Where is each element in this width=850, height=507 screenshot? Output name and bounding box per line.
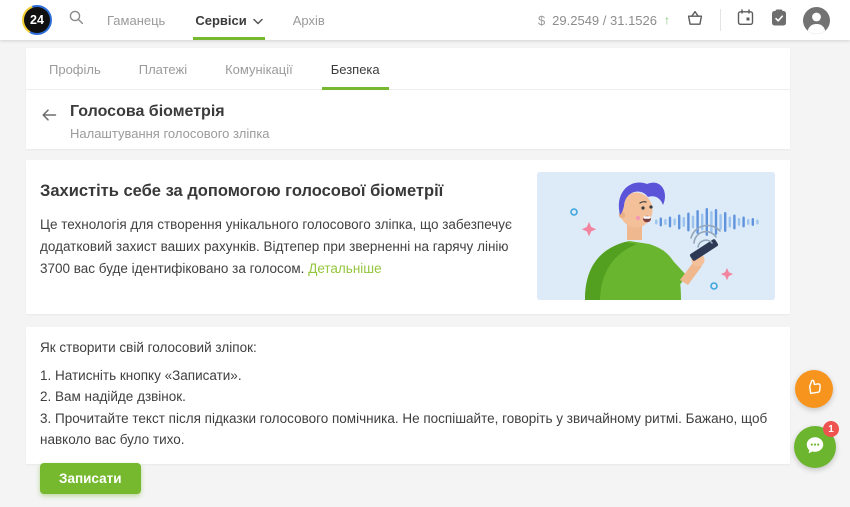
logo-label: 24	[24, 7, 50, 33]
tab-label: Комунікації	[225, 62, 293, 77]
nav-label: Сервіси	[195, 13, 246, 28]
currency-rates[interactable]: $ 29.2549 / 31.1526 ↑	[538, 13, 670, 28]
calendar-icon	[736, 8, 755, 32]
promo-title: Захистіть себе за допомогою голосової бі…	[40, 182, 526, 201]
top-bar: 24 Гаманець Сервіси Архів $ 29.	[0, 0, 850, 40]
nav-label: Гаманець	[107, 13, 165, 28]
basket-icon	[685, 8, 705, 33]
nav-item-wallet[interactable]: Гаманець	[105, 0, 167, 40]
page-subtitle: Налаштування голосового зліпка	[70, 126, 270, 141]
tab-communications[interactable]: Комунікації	[216, 48, 302, 90]
nav-label: Архів	[293, 13, 325, 28]
tab-label: Платежі	[139, 62, 187, 77]
promo-card: Захистіть себе за допомогою голосової бі…	[26, 160, 790, 314]
back-arrow-icon	[40, 106, 58, 129]
search-button[interactable]	[68, 9, 85, 31]
back-button[interactable]	[40, 106, 58, 129]
main-nav: Гаманець Сервіси Архів	[105, 0, 353, 40]
chat-bubble-icon	[804, 434, 826, 461]
voice-biometry-illustration	[537, 172, 775, 300]
trend-up-icon: ↑	[664, 13, 670, 27]
page-title: Голосова біометрія	[70, 103, 270, 121]
step-item: 3. Прочитайте текст після підказки голос…	[40, 408, 776, 451]
page-header-text: Голосова біометрія Налаштування голосово…	[70, 103, 270, 141]
tab-label: Безпека	[331, 62, 380, 77]
currency-values: 29.2549 / 31.1526	[552, 13, 657, 28]
record-button[interactable]: Записати	[40, 463, 141, 494]
avatar[interactable]	[803, 7, 830, 34]
promo-text: Захистіть себе за допомогою голосової бі…	[26, 160, 526, 314]
topbar-divider	[720, 9, 721, 31]
steps-list: 1. Натисніть кнопку «Записати». 2. Вам н…	[40, 365, 776, 450]
steps-card: Як створити свій голосовий зліпок: 1. На…	[26, 327, 790, 464]
tab-security[interactable]: Безпека	[322, 48, 389, 90]
step-item: 1. Натисніть кнопку «Записати».	[40, 365, 776, 386]
nav-item-services[interactable]: Сервіси	[193, 0, 264, 40]
chat-unread-badge[interactable]: 1	[823, 421, 839, 437]
steps-intro: Як створити свій голосовий зліпок:	[40, 340, 776, 355]
step-item: 2. Вам надійде дзвінок.	[40, 386, 776, 407]
tasks-button[interactable]	[770, 8, 788, 32]
tab-profile[interactable]: Профіль	[40, 48, 110, 90]
details-link[interactable]: Детальніше	[308, 261, 381, 276]
like-fab-button[interactable]	[795, 370, 833, 408]
settings-tabs: Профіль Платежі Комунікації Безпека	[26, 48, 790, 90]
page-header: Голосова біометрія Налаштування голосово…	[26, 90, 790, 141]
task-check-icon	[770, 8, 788, 32]
currency-symbol: $	[538, 13, 545, 28]
tab-label: Профіль	[49, 62, 101, 77]
basket-button[interactable]	[685, 8, 705, 33]
calendar-button[interactable]	[736, 8, 755, 32]
settings-card: Профіль Платежі Комунікації Безпека Голо…	[26, 48, 790, 149]
thumbs-up-icon	[804, 377, 824, 402]
chevron-down-icon	[253, 13, 263, 28]
privat24-logo[interactable]: 24	[22, 5, 52, 35]
nav-item-archive[interactable]: Архів	[291, 0, 327, 40]
promo-body-text: Це технологія для створення унікального …	[40, 217, 512, 276]
tab-payments[interactable]: Платежі	[130, 48, 196, 90]
topbar-right: $ 29.2549 / 31.1526 ↑	[538, 7, 830, 34]
search-icon	[68, 9, 85, 31]
promo-body: Це технологія для створення унікального …	[40, 214, 522, 280]
